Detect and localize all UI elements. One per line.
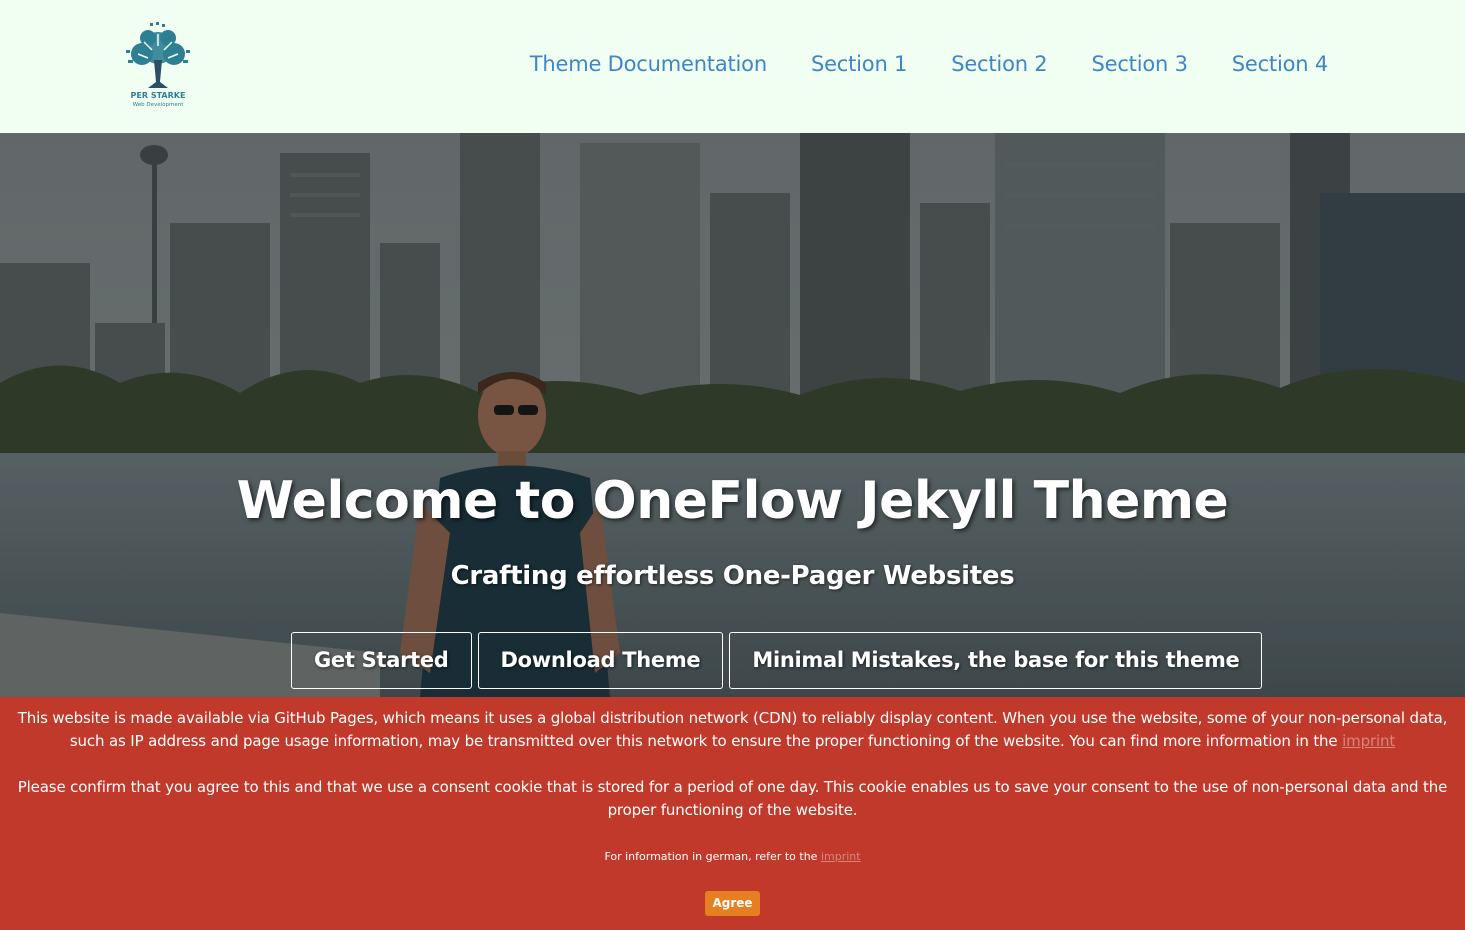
download-theme-button[interactable]: Download Theme [477,632,724,689]
hero-background-image [0,133,1465,697]
nav-link-theme-documentation[interactable]: Theme Documentation [530,52,767,76]
nav-link-section-1[interactable]: Section 1 [811,52,907,76]
hero-title: Welcome to OneFlow Jekyll Theme [236,471,1229,531]
svg-text:Web Development: Web Development [133,102,185,108]
consent-german-note: For information in german, refer to the … [0,850,1465,863]
german-note-text: For information in german, refer to the [604,850,818,863]
tree-logo-icon: PER STARKE Web Development [126,22,190,108]
masthead: PER STARKE Web Development Theme Documen… [0,0,1465,133]
consent-paragraph-cdn: This website is made available via GitHu… [0,707,1465,753]
hero-subtitle: Crafting effortless One-Pager Websites [450,561,1015,591]
hero-button-group: Get Started Download Theme Minimal Mista… [291,632,1263,689]
site-logo[interactable]: PER STARKE Web Development [120,20,196,110]
nav-link-section-4[interactable]: Section 4 [1232,52,1328,76]
imprint-german-link[interactable]: imprint [821,850,861,863]
nav-link-section-2[interactable]: Section 2 [951,52,1047,76]
agree-button[interactable]: Agree [705,891,760,916]
imprint-link[interactable]: imprint [1342,732,1395,750]
hero-section: Welcome to OneFlow Jekyll Theme Crafting… [0,133,1465,697]
consent-paragraph-cdn-text: This website is made available via GitHu… [17,709,1448,750]
svg-text:PER STARKE: PER STARKE [131,91,186,100]
cookie-consent-banner: This website is made available via GitHu… [0,697,1465,930]
consent-paragraph-cookie: Please confirm that you agree to this an… [17,778,1448,819]
nav-link-section-3[interactable]: Section 3 [1091,52,1187,76]
get-started-button[interactable]: Get Started [291,632,472,689]
main-nav: Theme Documentation Section 1 Section 2 … [530,52,1328,76]
minimal-mistakes-button[interactable]: Minimal Mistakes, the base for this them… [729,632,1263,689]
